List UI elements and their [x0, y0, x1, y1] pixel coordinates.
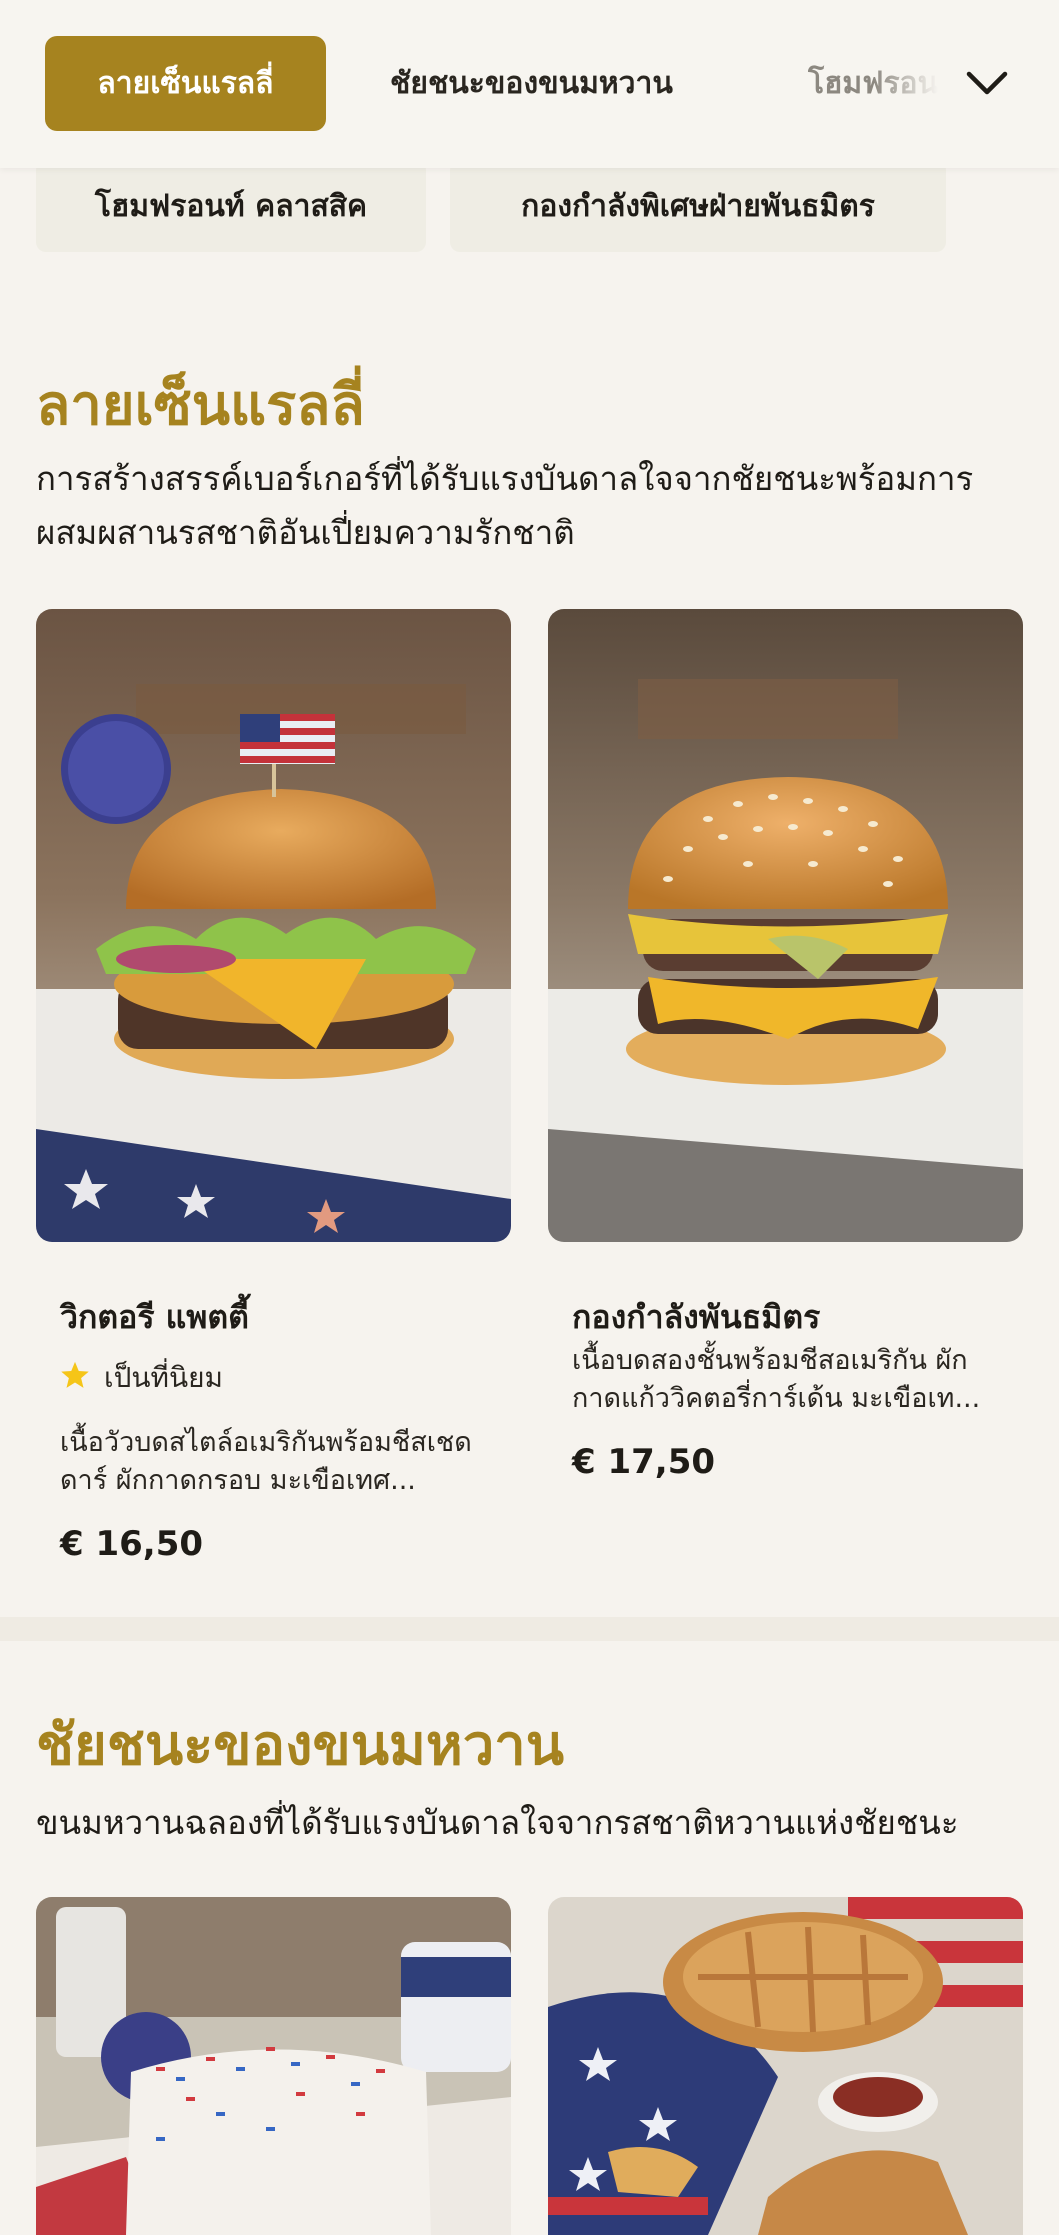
section-divider: [0, 1617, 1059, 1641]
badge-label: เป็นที่นิยม: [104, 1361, 223, 1394]
dessert-image[interactable]: [548, 1897, 1023, 2235]
section-description: การสร้างสรรค์เบอร์เกอร์ที่ได้รับแรงบันดา…: [36, 459, 974, 552]
item-description: เนื้อบดสองชั้นพร้อมชีสอเมริกัน ผักกาดแก้…: [572, 1345, 981, 1414]
dessert-image[interactable]: [36, 1897, 511, 2235]
tab-signature-rally[interactable]: ลายเซ็นแรลลี่: [45, 36, 326, 131]
item-name[interactable]: กองกำลังพันธมิตร: [572, 1292, 820, 1343]
chip-homefront-classic[interactable]: โฮมฟรอนท์ คลาสสิค: [36, 160, 426, 252]
burger-image[interactable]: [548, 609, 1023, 1242]
item-price: € 16,50: [60, 1524, 204, 1564]
section-title: ชัยชนะของขนมหวาน: [36, 1712, 565, 1778]
section-title: ลายเซ็นแรลลี่: [36, 372, 365, 438]
item-description: เนื้อวัวบดสไตล์อเมริกันพร้อมชีสเชดดาร์ ผ…: [60, 1427, 472, 1496]
star-icon: [60, 1360, 90, 1397]
item-price: € 17,50: [572, 1442, 716, 1482]
chevron-down-icon[interactable]: [962, 60, 1012, 106]
section-description: ขนมหวานฉลองที่ได้รับแรงบันดาลใจจากรสชาติ…: [36, 1803, 959, 1842]
burger-image[interactable]: [36, 609, 511, 1242]
category-nav-bar: ลายเซ็นแรลลี่ ชัยชนะของขนมหวาน โฮมฟรอนท์…: [0, 0, 1059, 168]
chip-allied-special-forces[interactable]: กองกำลังพิเศษฝ่ายพันธมิตร: [450, 160, 946, 252]
popular-badge: เป็นที่นิยม: [60, 1356, 223, 1400]
item-name[interactable]: วิกตอรี แพตตี้: [60, 1292, 249, 1343]
tab-dessert-victory[interactable]: ชัยชนะของขนมหวาน: [390, 36, 673, 131]
tab-homefront-classic[interactable]: โฮมฟรอนท์ คลาสสิค: [808, 36, 938, 131]
